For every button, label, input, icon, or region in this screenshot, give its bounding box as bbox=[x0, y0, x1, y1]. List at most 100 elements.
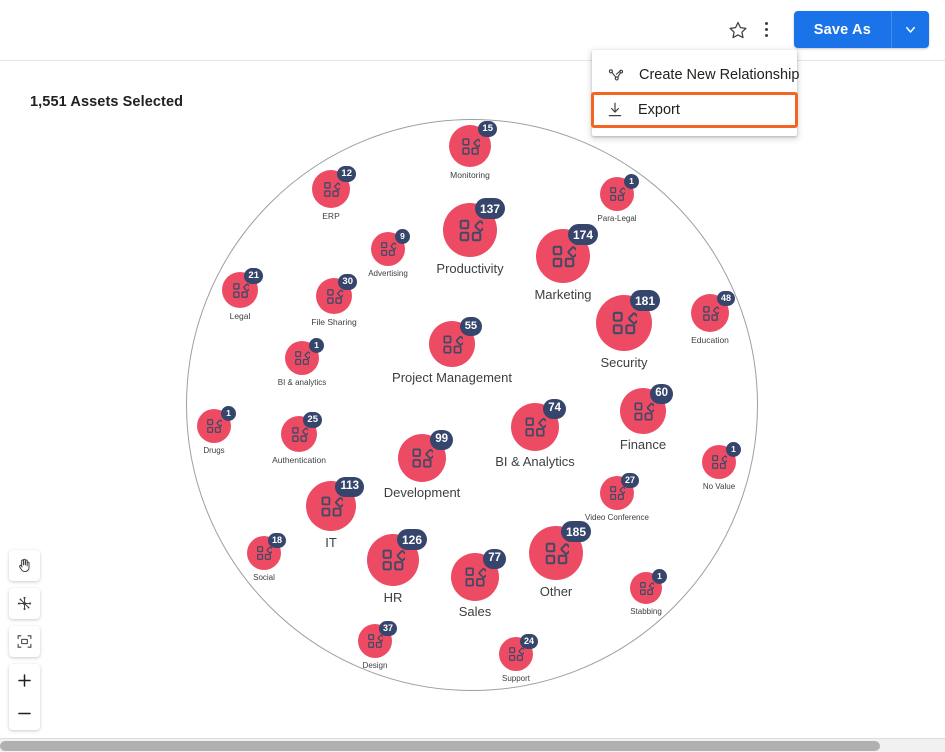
app-grid-icon bbox=[412, 448, 433, 468]
bubble-stabbing[interactable]: 1 Stabbing bbox=[630, 569, 667, 616]
bubble-security[interactable]: 181 Security bbox=[596, 290, 660, 370]
app-grid-icon bbox=[207, 419, 222, 433]
bubble-count-badge: 60 bbox=[650, 384, 673, 404]
bubble-it[interactable]: 113 IT bbox=[306, 477, 364, 550]
bubble-label: Authentication bbox=[272, 455, 326, 465]
bubble-count-badge: 99 bbox=[430, 430, 453, 450]
bubble-label: Productivity bbox=[436, 260, 504, 276]
bubble-count-badge: 55 bbox=[459, 317, 482, 336]
bubble-sales[interactable]: 77 Sales bbox=[451, 549, 506, 619]
relationship-graph-icon bbox=[606, 66, 625, 85]
bubble-label: Marketing bbox=[534, 286, 592, 302]
app-grid-icon bbox=[612, 311, 637, 335]
app-grid-icon bbox=[368, 634, 383, 648]
bubble-erp[interactable]: 12 ERP bbox=[312, 166, 356, 221]
horizontal-scrollbar-thumb[interactable] bbox=[0, 741, 880, 751]
bubble-legal[interactable]: 21 Legal bbox=[222, 268, 263, 321]
app-header: Save As bbox=[0, 0, 945, 61]
bubble-label: Sales bbox=[458, 604, 492, 620]
bubble-label: No Value bbox=[702, 482, 736, 491]
bubble-productivity[interactable]: 137 Productivity bbox=[436, 198, 505, 276]
app-grid-icon bbox=[639, 581, 654, 595]
fit-to-screen-button[interactable] bbox=[9, 626, 40, 657]
cluster-layout-tool-group bbox=[9, 588, 40, 619]
zoom-out-button[interactable] bbox=[9, 697, 40, 730]
bubble-label: Education bbox=[691, 335, 729, 345]
app-grid-icon bbox=[545, 542, 569, 564]
save-as-button[interactable]: Save As bbox=[793, 11, 891, 48]
bubble-label: Stabbing bbox=[630, 607, 662, 616]
bubble-social[interactable]: 18 Social bbox=[247, 533, 286, 582]
bubble-file-sharing[interactable]: 30 File Sharing bbox=[311, 274, 357, 327]
bubble-count-badge: 37 bbox=[378, 621, 397, 636]
zoom-in-button[interactable] bbox=[9, 664, 40, 697]
bubble-count-badge: 126 bbox=[396, 529, 427, 550]
app-grid-icon bbox=[295, 351, 310, 365]
bubble-monitoring[interactable]: 15 Monitoring bbox=[449, 121, 497, 180]
bubble-label: Finance bbox=[619, 437, 667, 453]
bubble-chart-canvas[interactable]: 15 Monitoring 12 ERP 1 Para-Legal 137 Pr… bbox=[0, 61, 945, 731]
bubble-label: IT bbox=[325, 534, 337, 550]
app-grid-icon bbox=[610, 486, 625, 500]
pan-tool-button[interactable] bbox=[9, 550, 40, 581]
app-grid-icon bbox=[291, 426, 308, 442]
app-grid-icon bbox=[442, 334, 463, 354]
bubble-count-badge: 24 bbox=[519, 634, 538, 649]
bubble-count-badge: 74 bbox=[543, 399, 566, 419]
app-grid-icon bbox=[381, 242, 396, 256]
bubble-finance[interactable]: 60 Finance bbox=[620, 384, 673, 452]
header-actions: Save As bbox=[722, 11, 929, 48]
network-node-icon bbox=[17, 596, 32, 611]
bubble-hr[interactable]: 126 HR bbox=[367, 529, 427, 605]
bubble-bi-analytics[interactable]: 1 BI & analytics bbox=[278, 338, 326, 387]
star-outline-icon[interactable] bbox=[722, 14, 754, 46]
bubble-education[interactable]: 48 Education bbox=[691, 291, 735, 345]
app-grid-icon bbox=[712, 455, 727, 469]
bubble-label: Security bbox=[600, 354, 648, 370]
app-grid-icon bbox=[525, 417, 546, 437]
app-grid-icon bbox=[610, 187, 625, 201]
relationship-graph-icon-svg bbox=[608, 69, 623, 81]
zoom-tool-group bbox=[9, 664, 40, 730]
menu-item-export[interactable]: Export bbox=[591, 92, 798, 128]
bubble-label: Para-Legal bbox=[597, 214, 637, 223]
horizontal-scrollbar[interactable] bbox=[0, 738, 945, 752]
bubble-label: Video Conference bbox=[585, 513, 649, 522]
bubble-label: Project Management bbox=[392, 370, 512, 386]
app-root: Save As Create New Relationship Export 1… bbox=[0, 0, 945, 752]
bubble-para-legal[interactable]: 1 Para-Legal bbox=[597, 174, 639, 223]
bubble-no-value[interactable]: 1 No Value bbox=[702, 442, 741, 491]
bubble-count-badge: 27 bbox=[620, 473, 639, 488]
bubble-marketing[interactable]: 174 Marketing bbox=[534, 224, 598, 302]
bubble-video-conference[interactable]: 27 Video Conference bbox=[585, 473, 649, 522]
bubble-other[interactable]: 185 Other bbox=[529, 521, 591, 599]
bubble-authentication[interactable]: 25 Authentication bbox=[272, 412, 326, 465]
bubble-support[interactable]: 24 Support bbox=[499, 634, 538, 683]
bubble-count-badge: 1 bbox=[309, 338, 324, 353]
bubble-design[interactable]: 37 Design bbox=[358, 621, 397, 670]
chevron-down-icon bbox=[906, 26, 915, 33]
bubble-count-badge: 181 bbox=[629, 290, 660, 311]
app-grid-icon bbox=[323, 181, 340, 197]
minus-icon bbox=[18, 712, 31, 715]
menu-item-create-new-relationship[interactable]: Create New Relationship bbox=[592, 58, 800, 92]
bubble-count-badge: 25 bbox=[303, 412, 322, 428]
app-grid-icon bbox=[633, 401, 654, 421]
bubble-label: BI & Analytics bbox=[495, 454, 575, 470]
app-grid-icon bbox=[382, 549, 405, 571]
save-as-dropdown-button[interactable] bbox=[891, 11, 929, 48]
bubble-label: Support bbox=[501, 674, 531, 683]
cluster-layout-button[interactable] bbox=[9, 588, 40, 619]
bubble-label: File Sharing bbox=[311, 317, 357, 327]
plus-icon bbox=[18, 674, 31, 687]
more-vertical-icon[interactable] bbox=[754, 14, 780, 46]
bubble-bi-analytics[interactable]: 74 BI & Analytics bbox=[495, 399, 575, 469]
save-as-group: Save As bbox=[793, 11, 929, 48]
menu-item-label: Create New Relationship bbox=[639, 67, 800, 83]
bubble-count-badge: 77 bbox=[483, 549, 506, 569]
bubble-drugs[interactable]: 1 Drugs bbox=[197, 406, 236, 455]
bubble-development[interactable]: 99 Development bbox=[384, 430, 460, 500]
bubble-count-badge: 1 bbox=[726, 442, 741, 457]
bubble-advertising[interactable]: 9 Advertising bbox=[368, 229, 410, 278]
bubble-project-management[interactable]: 55 Project Management bbox=[392, 317, 512, 385]
